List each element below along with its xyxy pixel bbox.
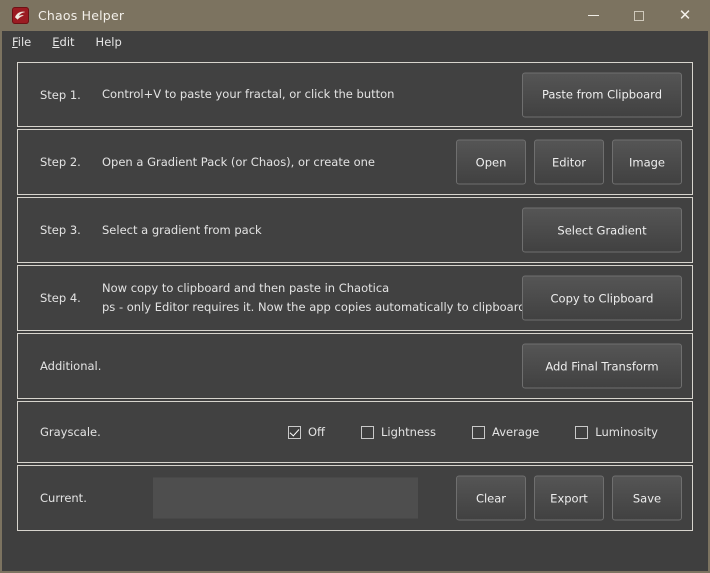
add-final-transform-button[interactable]: Add Final Transform [522, 343, 682, 389]
checkbox-average-icon[interactable] [472, 425, 486, 439]
step-1-buttons: Paste from Clipboard [522, 72, 682, 117]
checkbox-luminosity-label: Luminosity [595, 425, 658, 439]
grayscale-option-luminosity[interactable]: Luminosity [575, 425, 658, 439]
step-2-label: Step 2. [40, 155, 81, 169]
clear-button[interactable]: Clear [456, 475, 526, 521]
app-window: Chaos Helper ✕ File Edit Help Step 1. Co… [0, 0, 710, 573]
step-1-description: Control+V to paste your fractal, or clic… [102, 87, 395, 101]
current-label: Current. [40, 491, 87, 505]
window-controls: ✕ [570, 0, 708, 31]
grayscale-option-off[interactable]: Off [288, 425, 325, 439]
save-button[interactable]: Save [612, 475, 682, 521]
menu-file-rest: ile [17, 34, 32, 49]
current-input[interactable] [153, 477, 418, 519]
grayscale-option-average[interactable]: Average [472, 425, 539, 439]
step-2-description: Open a Gradient Pack (or Chaos), or crea… [102, 154, 375, 169]
checkbox-lightness-icon[interactable] [360, 425, 374, 439]
step-1-label: Step 1. [40, 87, 81, 102]
minimize-icon[interactable] [570, 0, 616, 31]
additional-buttons: Add Final Transform [522, 343, 682, 389]
paste-from-clipboard-button[interactable]: Paste from Clipboard [522, 72, 682, 117]
step-2-description-block: Open a Gradient Pack (or Chaos), or crea… [102, 153, 375, 172]
checkbox-off-label: Off [308, 425, 325, 439]
maximize-icon[interactable] [616, 0, 662, 31]
checkbox-lightness-label: Lightness [380, 425, 437, 439]
step-3-panel: Step 3. Select a gradient from pack Sele… [17, 197, 693, 263]
grayscale-label: Grayscale. [40, 425, 101, 439]
additional-panel: Additional. Add Final Transform [17, 333, 693, 399]
current-panel: Current. Clear Export Save [17, 465, 693, 531]
step-1-panel: Step 1. Control+V to paste your fractal,… [17, 62, 693, 127]
step-4-buttons: Copy to Clipboard [522, 275, 682, 321]
step-4-description-note: ps - only Editor requires it. Now the ap… [102, 300, 526, 314]
step-4-description: Now copy to clipboard and then paste in … [102, 281, 390, 295]
step-4-label: Step 4. [40, 291, 81, 305]
step-4-panel: Step 4. Now copy to clipboard and then p… [17, 265, 693, 331]
window-title: Chaos Helper [38, 8, 125, 23]
main-content: Step 1. Control+V to paste your fractal,… [2, 52, 708, 571]
open-button[interactable]: Open [456, 139, 526, 185]
menu-edit-rest: dit [59, 34, 75, 49]
menu-item-help[interactable]: Help [96, 35, 122, 49]
close-icon[interactable]: ✕ [662, 0, 708, 31]
grayscale-panel: Grayscale. Off Lightness Average Luminos… [17, 401, 693, 463]
menu-bar: File Edit Help [2, 31, 708, 52]
select-gradient-button[interactable]: Select Gradient [522, 207, 682, 253]
step-4-description-block: Now copy to clipboard and then paste in … [102, 279, 526, 317]
image-button[interactable]: Image [612, 139, 682, 185]
step-3-description-block: Select a gradient from pack [102, 221, 262, 240]
grayscale-option-lightness[interactable]: Lightness [360, 425, 437, 439]
step-3-label: Step 3. [40, 223, 81, 237]
menu-edit-accel: E [52, 34, 60, 49]
checkbox-luminosity-icon[interactable] [575, 425, 589, 439]
current-buttons: Clear Export Save [456, 475, 682, 521]
additional-label: Additional. [40, 359, 102, 373]
title-bar: Chaos Helper ✕ [2, 0, 708, 31]
grayscale-options: Off Lightness Average Luminosity [288, 425, 658, 439]
app-logo-icon [12, 7, 29, 24]
menu-item-file[interactable]: File [12, 35, 31, 49]
editor-button[interactable]: Editor [534, 139, 604, 185]
step-2-panel: Step 2. Open a Gradient Pack (or Chaos),… [17, 129, 693, 195]
checkbox-off-icon[interactable] [288, 425, 301, 439]
checkbox-average-label: Average [492, 425, 540, 439]
menu-item-edit[interactable]: Edit [52, 35, 74, 49]
app-logo-swoosh-icon [14, 11, 25, 20]
step-1-description-block: Control+V to paste your fractal, or clic… [102, 85, 394, 104]
step-3-description: Select a gradient from pack [102, 222, 262, 237]
step-2-buttons: Open Editor Image [456, 139, 682, 185]
copy-to-clipboard-button[interactable]: Copy to Clipboard [522, 275, 682, 321]
export-button[interactable]: Export [534, 475, 604, 521]
step-3-buttons: Select Gradient [522, 207, 682, 253]
menu-help-label: Help [95, 34, 122, 49]
